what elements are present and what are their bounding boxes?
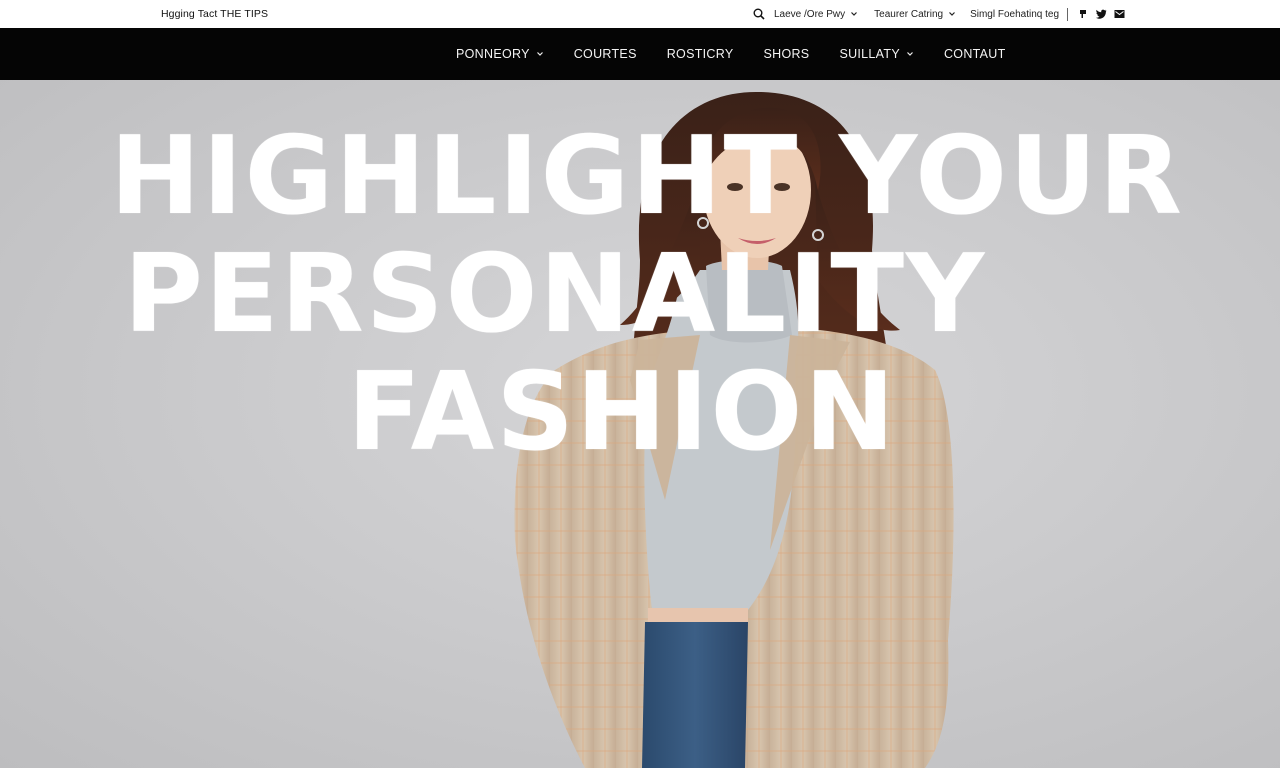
utility-links: Laeve /Ore Pwy Teaurer Catring Simgl Foe… — [752, 0, 1126, 28]
chevron-down-icon — [906, 50, 914, 58]
nav-item-3-label: ROSTICRY — [666, 47, 734, 61]
utility-dropdown-1-label: Laeve /Ore Pwy — [774, 8, 846, 20]
nav-item-4-label: SHORS — [763, 47, 810, 61]
utility-dropdown-2-label: Teaurer Catring — [874, 8, 944, 20]
nav-item-4[interactable]: SHORS — [763, 47, 809, 61]
mail-icon[interactable] — [1112, 7, 1126, 21]
brand-logo[interactable]: Hgging Tact THE TIPS — [161, 8, 268, 20]
hero-headline-line-2: PERSONALITY — [123, 232, 987, 357]
utility-link-3-label: Simgl Foehatinq teg — [970, 8, 1060, 20]
nav-menu: PONNEORY COURTES ROSTICRY SHORS SUILLATY… — [456, 28, 1006, 80]
nav-item-1[interactable]: PONNEORY — [456, 47, 544, 61]
nav-item-6-label: CONTAUT — [943, 47, 1006, 61]
hero-banner: HIGHLIGHT YOUR PERSONALITY FASHION — [0, 80, 1280, 768]
nav-item-5-label: SUILLATY — [839, 47, 900, 61]
nav-item-3[interactable]: ROSTICRY — [667, 47, 734, 61]
chevron-down-icon — [850, 10, 858, 18]
hero-headline: HIGHLIGHT YOUR PERSONALITY FASHION — [0, 118, 1280, 472]
utility-dropdown-1[interactable]: Laeve /Ore Pwy — [774, 9, 858, 20]
nav-item-2[interactable]: COURTES — [574, 47, 637, 61]
utility-link-3[interactable]: Simgl Foehatinq teg — [970, 9, 1059, 20]
main-navigation: PONNEORY COURTES ROSTICRY SHORS SUILLATY… — [0, 28, 1280, 80]
nav-item-5[interactable]: SUILLATY — [839, 47, 914, 61]
chevron-down-icon — [536, 50, 544, 58]
nav-item-6[interactable]: CONTAUT — [944, 47, 1006, 61]
pinterest-icon[interactable] — [1076, 7, 1090, 21]
hero-headline-line-1: HIGHLIGHT YOUR — [110, 114, 1184, 239]
twitter-icon[interactable] — [1094, 7, 1108, 21]
utility-bar: Hgging Tact THE TIPS Laeve /Ore Pwy Teau… — [0, 0, 1280, 28]
nav-item-2-label: COURTES — [573, 47, 637, 61]
search-icon[interactable] — [752, 7, 766, 21]
chevron-down-icon — [948, 10, 956, 18]
hero-headline-line-3: FASHION — [347, 350, 897, 475]
divider — [1067, 7, 1069, 21]
utility-dropdown-2[interactable]: Teaurer Catring — [874, 9, 956, 20]
nav-item-1-label: PONNEORY — [456, 47, 530, 61]
